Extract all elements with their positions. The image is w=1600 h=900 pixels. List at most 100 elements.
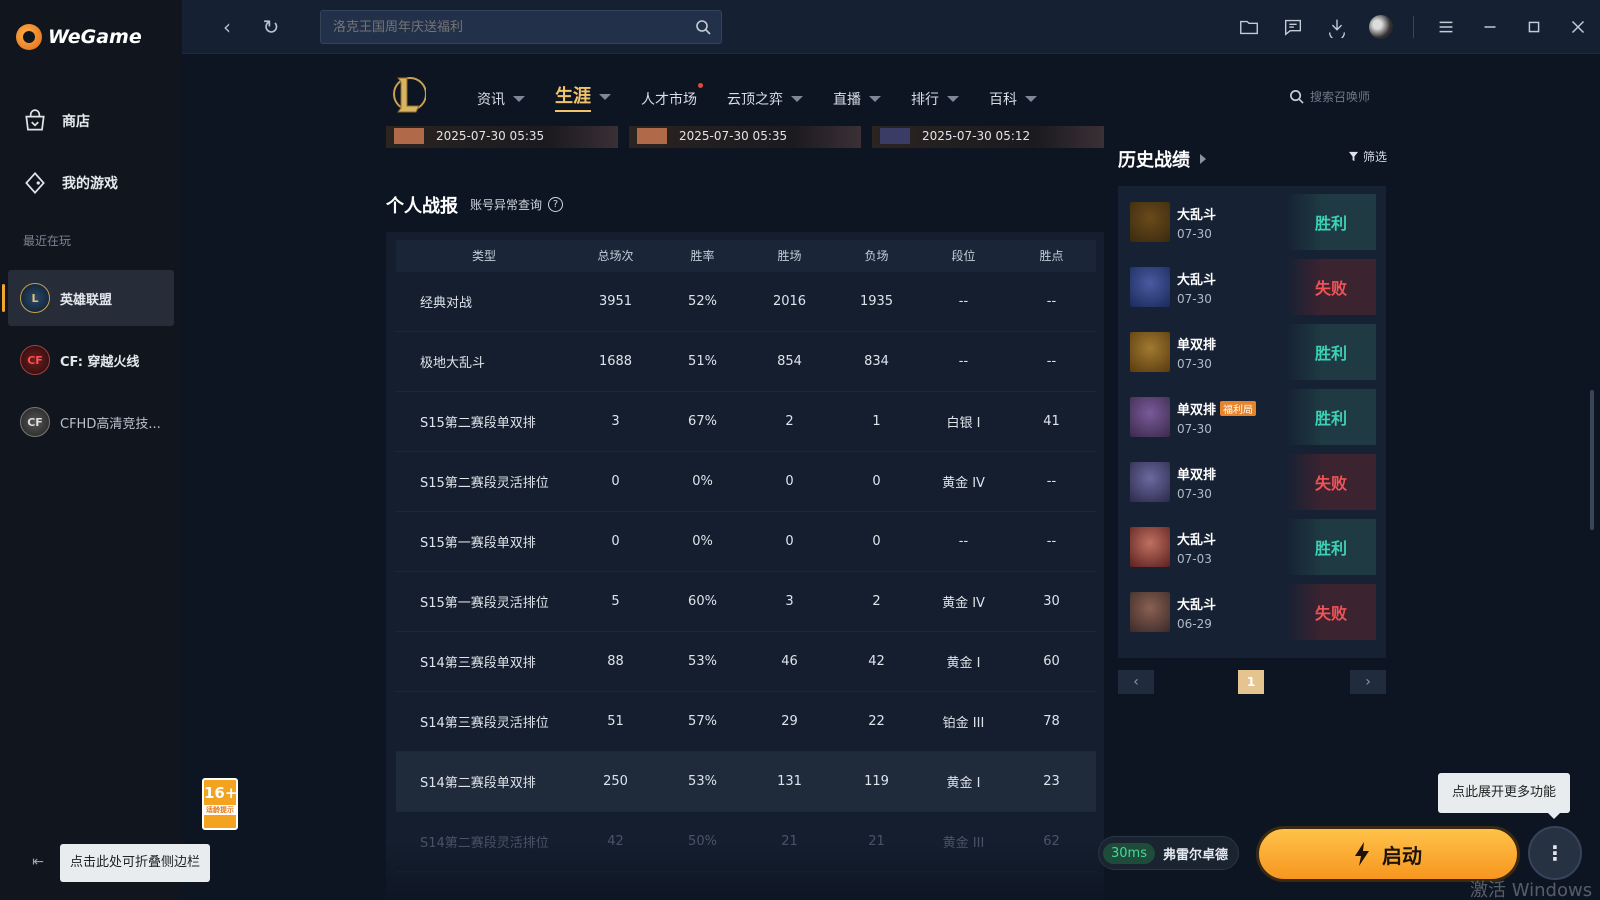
table-cell: 5 — [611, 594, 620, 609]
sidebar-item-label: 商店 — [62, 114, 90, 130]
back-icon[interactable]: ‹ — [216, 16, 238, 38]
match-history-item[interactable]: 大乱斗 07-03 胜利 — [1130, 519, 1376, 575]
tab-live[interactable]: 直播 — [833, 86, 881, 112]
tab-label: 百科 — [989, 92, 1017, 108]
match-history-list: 大乱斗 07-30 胜利 大乱斗 07-30 失败 单双排 07-30 胜利 单双排 福利局 07-3… — [1118, 186, 1386, 658]
table-cell: 黄金 IV — [942, 596, 985, 611]
sidebar-game-lol[interactable]: L 英雄联盟 — [2, 270, 174, 326]
match-history-title[interactable]: 历史战绩 — [1118, 146, 1206, 172]
message-icon[interactable] — [1271, 0, 1315, 54]
tab-career[interactable]: 生涯 — [555, 82, 611, 112]
table-row: S14第二赛段灵活排位 42 50% 21 21 黄金 III 62 — [396, 812, 1096, 872]
server-name: 弗雷尔卓德 — [1162, 847, 1228, 863]
prev-page-button[interactable]: ‹ — [1118, 670, 1154, 694]
table-cell: 2016 — [772, 294, 807, 309]
account-check-link[interactable]: 账号异常查询 ? — [470, 196, 564, 213]
maximize-icon[interactable] — [1512, 0, 1556, 54]
user-avatar[interactable] — [1359, 0, 1403, 54]
tab-news[interactable]: 资讯 — [477, 86, 525, 112]
tab-talent-market[interactable]: 人才市场 — [641, 83, 703, 112]
refresh-icon[interactable]: ↻ — [260, 16, 282, 38]
launch-button[interactable]: 启动 — [1256, 826, 1520, 882]
match-history-item[interactable]: 大乱斗 07-30 胜利 — [1130, 194, 1376, 250]
match-date: 07-30 — [1177, 291, 1212, 306]
column-header: 段位 — [951, 249, 976, 263]
match-history-item[interactable]: 单双排 福利局 07-30 胜利 — [1130, 389, 1376, 445]
tab-ranking[interactable]: 排行 — [911, 86, 959, 112]
match-mode-label: 单双排 — [1177, 467, 1217, 483]
table-cell: -- — [1046, 474, 1057, 489]
match-history-item[interactable]: 大乱斗 06-29 失败 — [1130, 584, 1376, 640]
match-date: 07-30 — [1177, 356, 1212, 371]
table-cell: 2 — [872, 594, 881, 609]
table-cell: -- — [1046, 294, 1057, 309]
table-cell: S14第二赛段灵活排位 — [420, 836, 549, 851]
sidebar: WeGame 商店 我的游戏 最近在玩 L 英雄联盟 CF CF: 穿越火线 C… — [0, 0, 182, 900]
match-mode-label: 大乱斗 — [1177, 207, 1217, 223]
sidebar-game-cf[interactable]: CF CF: 穿越火线 — [8, 332, 174, 388]
sidebar-game-cfhd[interactable]: CF CFHD高清竞技... — [8, 394, 174, 450]
table-cell: 21 — [868, 834, 885, 849]
table-cell: 250 — [603, 774, 628, 789]
chevron-down-icon — [599, 94, 611, 100]
current-page[interactable]: 1 — [1238, 670, 1264, 694]
table-row: 极地大乱斗 1688 51% 854 834 -- -- — [396, 332, 1096, 392]
table-cell: 119 — [864, 774, 889, 789]
search-input[interactable] — [333, 11, 673, 43]
menu-icon[interactable] — [1424, 0, 1468, 54]
match-history-item[interactable]: 单双排 07-30 胜利 — [1130, 324, 1376, 380]
table-cell: 3951 — [598, 294, 633, 309]
match-history-item[interactable]: 单双排 07-30 失败 — [1130, 454, 1376, 510]
sidebar-item-store[interactable]: 商店 — [22, 108, 90, 134]
summoner-search[interactable]: 搜索召唤师 — [1289, 88, 1370, 105]
match-mode-label: 大乱斗 — [1177, 532, 1217, 548]
sidebar-item-my-games[interactable]: 我的游戏 — [22, 170, 118, 196]
recent-match-card[interactable]: 2025-07-30 05:35 — [629, 126, 861, 148]
sidebar-game-label: CFHD高清竞技... — [60, 416, 161, 432]
table-cell: 0% — [692, 534, 713, 549]
table-cell: 1688 — [598, 354, 633, 369]
table-row: S15第一赛段单双排 0 0% 0 0 -- -- — [396, 512, 1096, 572]
server-selector[interactable]: 30ms 弗雷尔卓德 — [1098, 836, 1239, 870]
table-cell: 29 — [781, 714, 798, 729]
match-mode: 单双排 福利局 — [1177, 399, 1286, 418]
help-icon[interactable]: ? — [548, 197, 564, 212]
champion-avatar — [1130, 527, 1170, 567]
match-date: 07-30 — [1177, 486, 1212, 501]
app-name: WeGame — [48, 26, 142, 48]
scrollbar[interactable] — [1590, 390, 1594, 530]
recent-match-card[interactable]: 2025-07-30 05:35 — [386, 126, 618, 148]
age-rating: 16+ — [204, 784, 238, 802]
more-options-button[interactable]: ⋮ — [1528, 826, 1582, 880]
table-cell: 67% — [688, 414, 717, 429]
table-cell: S14第三赛段灵活排位 — [420, 716, 549, 731]
table-row: S14第三赛段单双排 88 53% 46 42 黄金 I 60 — [396, 632, 1096, 692]
table-cell: 经典对战 — [420, 296, 473, 311]
personal-stats-title: 个人战报 — [386, 196, 458, 217]
table-row: S15第一赛段灵活排位 5 60% 3 2 黄金 IV 30 — [396, 572, 1096, 632]
table-cell: 51% — [688, 354, 717, 369]
table-cell: S14第二赛段单双排 — [420, 776, 536, 791]
search-icon[interactable] — [695, 19, 711, 35]
recent-match-card[interactable]: 2025-07-30 05:12 — [872, 126, 1104, 148]
match-thumbnail — [394, 128, 424, 144]
tab-wiki[interactable]: 百科 — [989, 86, 1037, 112]
folder-icon[interactable] — [1227, 0, 1271, 54]
filter-button[interactable]: 筛选 — [1348, 148, 1387, 165]
match-info: 大乱斗 07-03 — [1177, 529, 1286, 566]
collapse-sidebar-icon[interactable]: ⇤ — [28, 852, 48, 872]
tab-label: 云顶之弈 — [727, 92, 783, 108]
table-row: S15第二赛段单双排 3 67% 2 1 白银 I 41 — [396, 392, 1096, 452]
store-icon — [25, 109, 45, 131]
global-search[interactable] — [320, 10, 722, 44]
download-icon[interactable] — [1315, 0, 1359, 54]
table-cell: 0 — [872, 474, 881, 489]
next-page-button[interactable]: › — [1350, 670, 1386, 694]
close-icon[interactable] — [1556, 0, 1600, 54]
minimize-icon[interactable] — [1468, 0, 1512, 54]
tab-tft[interactable]: 云顶之弈 — [727, 86, 803, 112]
match-info: 大乱斗 07-30 — [1177, 269, 1286, 306]
match-history-item[interactable]: 大乱斗 07-30 失败 — [1130, 259, 1376, 315]
wegame-logo[interactable]: WeGame — [16, 24, 142, 50]
lol-logo-icon[interactable] — [390, 74, 426, 114]
